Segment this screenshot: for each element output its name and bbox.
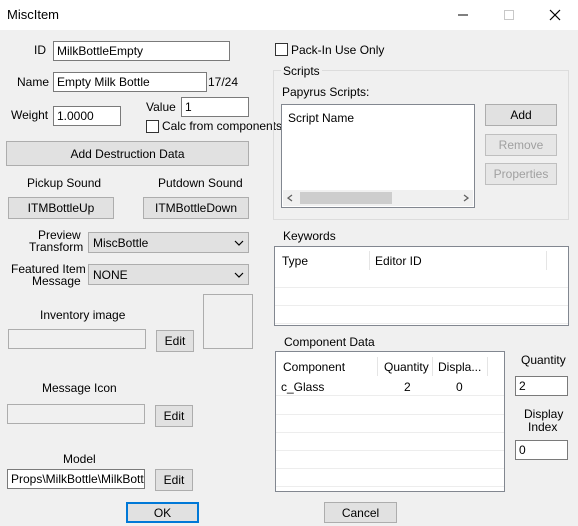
quantity-field[interactable]: 2	[515, 376, 568, 396]
putdown-sound-label: Putdown Sound	[158, 176, 243, 190]
preview-label-line2: Transform	[29, 240, 84, 254]
table-row	[276, 470, 504, 487]
keywords-editor-id-header[interactable]: Editor ID	[370, 251, 547, 270]
table-row[interactable]: c_Glass 2 0	[276, 378, 504, 396]
scripts-group-label: Scripts	[281, 64, 322, 78]
script-name-header: Script Name	[288, 111, 355, 125]
table-row	[276, 434, 504, 451]
component-header-row: Component Quantity Displa...	[276, 352, 504, 376]
inventory-image-preview	[203, 294, 253, 349]
minimize-button[interactable]	[440, 0, 486, 30]
calc-from-components-checkbox[interactable]	[146, 120, 159, 133]
maximize-button	[486, 0, 532, 30]
quantity-column-header[interactable]: Quantity	[379, 357, 433, 376]
minimize-icon	[458, 14, 468, 16]
keywords-row	[275, 307, 568, 324]
message-icon-edit-button[interactable]: Edit	[155, 405, 193, 427]
keywords-row	[275, 289, 568, 306]
chevron-down-icon	[234, 272, 244, 278]
weight-label: Weight	[11, 108, 49, 122]
window-title: MiscItem	[7, 7, 59, 22]
preview-transform-value: MiscBottle	[93, 235, 149, 250]
component-name-cell: c_Glass	[281, 380, 325, 394]
featured-label-line2: Message	[32, 274, 81, 288]
scrollbar-thumb[interactable]	[300, 192, 392, 204]
keywords-row	[275, 271, 568, 288]
featured-message-value: NONE	[93, 267, 128, 282]
message-icon-field	[7, 404, 145, 424]
scroll-left-icon[interactable]	[287, 194, 293, 202]
inventory-image-field	[8, 329, 146, 349]
keywords-table[interactable]: Type Editor ID	[274, 246, 569, 326]
component-data-label: Component Data	[284, 335, 375, 349]
inventory-image-edit-button[interactable]: Edit	[156, 330, 194, 352]
component-quantity-cell: 2	[404, 380, 411, 394]
keywords-type-header[interactable]: Type	[277, 251, 370, 270]
component-display-cell: 0	[456, 380, 463, 394]
pack-in-use-only-label: Pack-In Use Only	[291, 43, 385, 57]
weight-field[interactable]: 1.0000	[53, 106, 121, 126]
table-row	[276, 416, 504, 433]
display-index-label-line2: Index	[528, 420, 558, 434]
maximize-icon	[504, 10, 514, 20]
keywords-header-row: Type Editor ID	[275, 247, 568, 270]
scripts-horizontal-scrollbar[interactable]	[283, 190, 473, 206]
add-script-button[interactable]: Add	[485, 104, 557, 126]
script-properties-button: Properties	[485, 163, 557, 185]
pickup-sound-button[interactable]: ITMBottleUp	[8, 197, 114, 219]
scroll-right-icon[interactable]	[463, 194, 469, 202]
remove-script-button: Remove	[485, 134, 557, 156]
ok-button[interactable]: OK	[126, 502, 199, 523]
putdown-sound-button[interactable]: ITMBottleDown	[143, 197, 249, 219]
quantity-label: Quantity	[521, 353, 566, 367]
value-label: Value	[146, 100, 176, 114]
scripts-list[interactable]: Script Name	[281, 104, 475, 208]
preview-transform-dropdown[interactable]: MiscBottle	[88, 232, 249, 253]
add-destruction-data-button[interactable]: Add Destruction Data	[6, 141, 249, 166]
table-row	[276, 452, 504, 469]
calc-from-components-label: Calc from components	[162, 119, 283, 133]
message-icon-label: Message Icon	[42, 381, 117, 395]
inventory-image-label: Inventory image	[40, 308, 126, 322]
keywords-label: Keywords	[283, 229, 336, 243]
component-column-header[interactable]: Component	[278, 357, 378, 376]
table-row	[276, 398, 504, 415]
papyrus-scripts-label: Papyrus Scripts:	[282, 85, 370, 99]
model-field[interactable]: Props\MilkBottle\MilkBottleEmpty	[7, 469, 145, 489]
name-char-count: 17/24	[208, 75, 239, 89]
chevron-down-icon	[234, 240, 244, 246]
close-button[interactable]	[532, 0, 578, 30]
pickup-sound-label: Pickup Sound	[27, 176, 102, 190]
pack-in-use-only-checkbox[interactable]	[275, 43, 288, 56]
value-field[interactable]: 1	[181, 97, 249, 117]
model-edit-button[interactable]: Edit	[155, 469, 193, 491]
cancel-button[interactable]: Cancel	[324, 502, 397, 523]
name-label: Name	[17, 75, 50, 89]
id-label: ID	[34, 43, 46, 57]
featured-message-dropdown[interactable]: NONE	[88, 264, 249, 285]
display-index-field[interactable]: 0	[515, 440, 568, 460]
display-index-label-line1: Display	[524, 407, 564, 421]
component-table[interactable]: Component Quantity Displa... c_Glass 2 0	[275, 351, 505, 492]
name-field[interactable]: Empty Milk Bottle	[53, 72, 207, 92]
model-label: Model	[63, 452, 96, 466]
id-field[interactable]: MilkBottleEmpty	[53, 41, 230, 61]
close-icon	[549, 9, 561, 21]
display-index-column-header[interactable]: Displa...	[433, 357, 488, 376]
